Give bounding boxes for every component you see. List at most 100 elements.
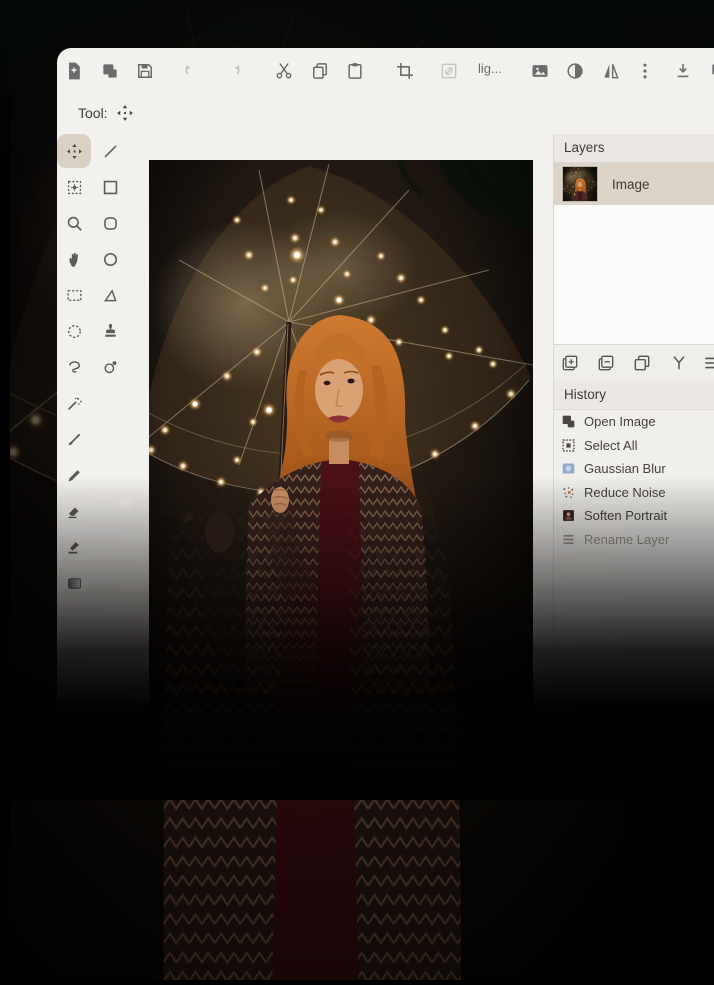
add-layer-button[interactable] bbox=[558, 350, 584, 376]
cut-button[interactable] bbox=[272, 58, 298, 84]
photo-editor-window: lig... Tool: bbox=[57, 48, 714, 800]
remove-layer-button[interactable] bbox=[594, 350, 620, 376]
merge-layers-icon bbox=[669, 353, 689, 373]
lasso-icon bbox=[65, 358, 84, 377]
flip-button[interactable] bbox=[599, 58, 625, 84]
tool-gradient[interactable] bbox=[57, 566, 91, 600]
history-list: Open Image Select All Gaussian Blur Redu… bbox=[554, 410, 714, 551]
tool-line[interactable] bbox=[93, 134, 127, 168]
tool-rectangle[interactable] bbox=[93, 170, 127, 204]
color-sampler-icon bbox=[101, 358, 120, 377]
tool-palette bbox=[57, 134, 135, 800]
ellipse-icon bbox=[101, 250, 120, 269]
tool-rounded-rectangle[interactable] bbox=[93, 206, 127, 240]
duplicate-layer-icon bbox=[632, 353, 652, 373]
crop-icon bbox=[395, 61, 415, 81]
rename-layer-history-icon bbox=[561, 532, 576, 547]
duplicate-layer-button[interactable] bbox=[630, 350, 656, 376]
line-icon bbox=[101, 142, 120, 161]
open-image-icon bbox=[100, 61, 120, 81]
share-icon bbox=[709, 61, 714, 81]
adjust-button[interactable] bbox=[563, 58, 589, 84]
copy-button[interactable] bbox=[308, 58, 334, 84]
tool-hand[interactable] bbox=[57, 242, 91, 276]
clipboard-icon bbox=[345, 61, 365, 81]
layer-row-image[interactable]: Image bbox=[554, 163, 714, 205]
tool-clone-stamp[interactable] bbox=[93, 314, 127, 348]
save-button[interactable] bbox=[133, 58, 159, 84]
tool-label: Tool: bbox=[78, 105, 108, 121]
layers-empty-area bbox=[554, 205, 714, 344]
new-image-button[interactable] bbox=[62, 58, 88, 84]
history-item-gaussian-blur[interactable]: Gaussian Blur bbox=[554, 457, 714, 481]
canvas-photo bbox=[149, 160, 533, 780]
add-layer-icon bbox=[560, 353, 580, 373]
rectangle-icon bbox=[101, 178, 120, 197]
transform-selection-icon bbox=[65, 178, 84, 197]
tool-paintbrush[interactable] bbox=[57, 422, 91, 456]
layer-thumbnail bbox=[562, 166, 598, 202]
layer-name: Image bbox=[612, 177, 650, 192]
reduce-noise-history-icon bbox=[561, 485, 576, 500]
tool-fill[interactable] bbox=[57, 530, 91, 564]
open-image-history-icon bbox=[561, 414, 576, 429]
kebab-menu-icon bbox=[635, 61, 655, 81]
gradient-icon bbox=[65, 574, 84, 593]
polygon-icon bbox=[101, 286, 120, 305]
resize-button[interactable] bbox=[437, 58, 463, 84]
history-item-rename-layer[interactable]: Rename Layer bbox=[554, 528, 714, 552]
image-canvas[interactable] bbox=[149, 160, 533, 780]
stamp-icon bbox=[101, 322, 120, 341]
tool-pencil[interactable] bbox=[57, 458, 91, 492]
rounded-rectangle-icon bbox=[101, 214, 120, 233]
insert-image-button[interactable] bbox=[528, 58, 554, 84]
eraser-icon bbox=[65, 502, 84, 521]
select-all-history-icon bbox=[561, 438, 576, 453]
layer-menu-button[interactable] bbox=[700, 350, 714, 376]
filename-label: lig... bbox=[478, 61, 524, 76]
tool-lasso[interactable] bbox=[57, 350, 91, 384]
tool-polygon[interactable] bbox=[93, 278, 127, 312]
tool-rectangular-selection[interactable] bbox=[57, 278, 91, 312]
open-image-button[interactable] bbox=[98, 58, 124, 84]
right-panel: Layers Image History Open Image Select A… bbox=[553, 134, 714, 800]
tool-color-sampler[interactable] bbox=[93, 350, 127, 384]
redo-icon bbox=[223, 61, 243, 81]
layer-list-icon bbox=[702, 353, 714, 373]
tool-move[interactable] bbox=[57, 134, 91, 168]
tool-options-bar: Tool: bbox=[57, 94, 714, 134]
gaussian-blur-history-icon bbox=[561, 461, 576, 476]
redo-button[interactable] bbox=[221, 58, 247, 84]
crop-button[interactable] bbox=[393, 58, 419, 84]
history-item-select-all[interactable]: Select All bbox=[554, 434, 714, 458]
history-item-reduce-noise[interactable]: Reduce Noise bbox=[554, 481, 714, 505]
merge-layers-button[interactable] bbox=[667, 350, 693, 376]
fill-icon bbox=[65, 538, 84, 557]
undo-button[interactable] bbox=[180, 58, 206, 84]
share-button[interactable] bbox=[707, 58, 714, 84]
download-icon bbox=[673, 61, 693, 81]
more-options-button[interactable] bbox=[633, 58, 659, 84]
history-item-soften-portrait[interactable]: Soften Portrait bbox=[554, 504, 714, 528]
paste-button[interactable] bbox=[343, 58, 369, 84]
tool-transform-selection[interactable] bbox=[57, 170, 91, 204]
contrast-icon bbox=[565, 61, 585, 81]
download-button[interactable] bbox=[671, 58, 697, 84]
marquee-ellipse-icon bbox=[65, 322, 84, 341]
tool-magic-wand[interactable] bbox=[57, 386, 91, 420]
soften-portrait-history-icon bbox=[561, 508, 576, 523]
tool-elliptical-selection[interactable] bbox=[57, 314, 91, 348]
marquee-rectangle-icon bbox=[65, 286, 84, 305]
magic-wand-icon bbox=[65, 394, 84, 413]
layer-buttons bbox=[554, 344, 714, 381]
history-item-open-image[interactable]: Open Image bbox=[554, 410, 714, 434]
save-icon bbox=[135, 61, 155, 81]
magnifier-icon bbox=[65, 214, 84, 233]
main-toolbar: lig... bbox=[57, 48, 714, 94]
image-icon bbox=[530, 61, 550, 81]
tool-zoom[interactable] bbox=[57, 206, 91, 240]
tool-eraser[interactable] bbox=[57, 494, 91, 528]
tool-ellipse[interactable] bbox=[93, 242, 127, 276]
copy-icon bbox=[310, 61, 330, 81]
current-tool-move-icon bbox=[115, 103, 135, 123]
